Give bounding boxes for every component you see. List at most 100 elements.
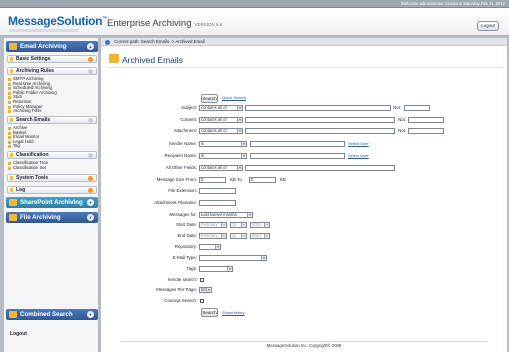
other-fields-operator-select[interactable]: contains all of	[199, 165, 243, 171]
end-date-row: End Date: February 11 2012	[101, 233, 507, 239]
sender-select-user-link[interactable]: Select User	[348, 141, 369, 147]
expand-icon[interactable]: ▼	[87, 199, 94, 206]
sidebar-item-archiving-filter[interactable]: Archiving Filter	[8, 109, 96, 114]
subject-input[interactable]	[245, 105, 391, 111]
expand-icon[interactable]	[88, 187, 93, 193]
sidebar-email-archiving[interactable]: Email Archiving ▲	[6, 41, 98, 52]
file-extension-row: File Extension:	[101, 188, 507, 194]
log-icon	[10, 188, 13, 192]
start-year-select[interactable]: 2011	[250, 222, 270, 228]
repository-select[interactable]	[199, 244, 221, 250]
email-type-select[interactable]	[199, 255, 267, 261]
subject-not-input[interactable]	[404, 105, 430, 111]
subject-row: Subject: contains all of Not:	[101, 105, 507, 111]
attachment-operator-select[interactable]: contains all of	[199, 128, 243, 134]
sidebar-basic-settings[interactable]: Basic Settings	[7, 55, 97, 63]
end-year-select[interactable]: 2012	[250, 233, 270, 239]
expand-icon[interactable]: ▼	[87, 311, 94, 318]
concept-search-checkbox[interactable]	[200, 299, 204, 303]
attachment-filename-input[interactable]	[199, 200, 236, 206]
collapse-icon[interactable]	[88, 117, 93, 123]
recipient-operator-select[interactable]: is	[199, 153, 247, 159]
end-month-select[interactable]: February	[199, 233, 227, 239]
quick-search-link[interactable]: Quick Search	[222, 95, 246, 101]
remote-search-label: remote search:	[167, 277, 197, 282]
expand-icon[interactable]	[88, 175, 93, 181]
size-from-input[interactable]: 0	[199, 177, 226, 183]
breadcrumb: Current path: Search Emails -> Archived …	[101, 38, 507, 46]
email-type-label: E-Mail Type:	[172, 255, 197, 260]
sender-operator-select[interactable]: is	[199, 141, 247, 147]
sidebar-sharepoint-archiving[interactable]: SharePoint Archiving ▼	[6, 197, 98, 208]
footer-divider	[121, 341, 487, 342]
subject-not-label: Not:	[393, 105, 402, 110]
size-to-input[interactable]: 0	[249, 177, 276, 183]
show-history-link[interactable]: ShowHistory	[222, 310, 244, 316]
sidebar-archiving-rules[interactable]: Archiving Rules	[7, 67, 97, 75]
recipient-select-user-link[interactable]: Select User	[348, 153, 369, 159]
folder-icon	[9, 214, 17, 221]
welcome-text: Welcome,administrator Sessions Saturday,…	[400, 1, 505, 6]
collapse-icon[interactable]	[88, 152, 93, 158]
content-operator-select[interactable]: contains all of	[199, 117, 243, 123]
tags-select[interactable]	[199, 266, 233, 272]
content-input[interactable]	[245, 117, 395, 123]
messages-for-select[interactable]: Last twelve months	[199, 212, 253, 218]
message-size-row: Message Size From: 0 KB To 0 KB	[101, 177, 507, 183]
logo: MessageSolution™	[8, 14, 107, 28]
sharepoint-icon	[9, 199, 17, 206]
file-extension-input[interactable]	[199, 188, 236, 194]
collapse-icon[interactable]	[88, 68, 93, 74]
email-type-row: E-Mail Type:	[101, 255, 507, 261]
sidebar-file-archiving[interactable]: File Archiving ▼	[6, 212, 98, 223]
collapse-icon[interactable]: ▲	[87, 43, 94, 50]
expand-icon[interactable]	[88, 56, 93, 62]
message-size-label: Message Size From:	[156, 177, 197, 182]
content-not-input[interactable]	[408, 117, 444, 123]
recipient-name-input[interactable]	[250, 153, 345, 159]
sidebar-item-tag[interactable]: Tag	[8, 144, 96, 149]
archiving-rules-list: SMTP Archiving Real-time Archiving Sched…	[8, 76, 96, 114]
sidebar-logout-link[interactable]: Logout	[10, 331, 27, 337]
folder-icon	[109, 54, 119, 63]
sidebar-combined-search[interactable]: Combined Search ▼	[6, 309, 98, 320]
recipient-name-label: Recipient Name:	[164, 153, 197, 158]
remote-search-checkbox[interactable]	[200, 278, 204, 282]
folder-icon	[9, 43, 17, 50]
other-fields-row: All Other Fields: contains all of	[101, 165, 507, 171]
attachment-not-input[interactable]	[408, 128, 444, 134]
messages-for-row: Messages for: Last twelve months	[101, 212, 507, 218]
start-day-select[interactable]: 11	[230, 222, 247, 228]
search-button[interactable]: Search	[201, 94, 218, 103]
messages-per-page-select[interactable]: 50	[199, 287, 212, 293]
divider	[107, 67, 503, 68]
classification-icon	[10, 153, 13, 157]
remote-search-row: remote search:	[101, 277, 507, 283]
sidebar-system-tools[interactable]: System Tools	[7, 174, 97, 182]
sidebar-item-classification-set[interactable]: Classification Set	[8, 165, 96, 171]
concept-search-label: Concept Search:	[164, 298, 197, 303]
subject-operator-select[interactable]: contains all of	[199, 105, 243, 111]
attachment-label: Attachment:	[173, 128, 197, 133]
file-extension-label: File Extension:	[168, 188, 197, 193]
start-month-select[interactable]: February	[199, 222, 227, 228]
sender-name-input[interactable]	[250, 141, 345, 147]
kb-label: KB	[280, 177, 286, 182]
classification-list: Classification Tree Classification Set	[8, 160, 96, 171]
all-other-fields-label: All Other Fields:	[165, 165, 197, 170]
attachment-input[interactable]	[245, 128, 395, 134]
attachment-not-label: Not:	[398, 128, 407, 133]
expand-icon[interactable]: ▼	[87, 214, 94, 221]
end-day-select[interactable]: 11	[230, 233, 247, 239]
repository-label: Repository:	[174, 244, 197, 249]
concept-search-row: Concept Search:	[101, 298, 507, 304]
content-row: Content: contains all of Not:	[101, 117, 507, 123]
sidebar-log[interactable]: Log	[7, 186, 97, 194]
search-emails-list: Archive Basket Email Monitor Legal Hold …	[8, 125, 96, 149]
other-fields-input[interactable]	[245, 165, 395, 171]
sidebar-search-emails[interactable]: Search Emails	[7, 116, 97, 124]
search-button-bottom[interactable]: Search	[201, 308, 218, 317]
messages-per-page-row: Messages Per Page: 50	[101, 287, 507, 293]
sidebar-classification[interactable]: Classification	[7, 151, 97, 159]
logout-button[interactable]: Logout	[477, 21, 499, 31]
